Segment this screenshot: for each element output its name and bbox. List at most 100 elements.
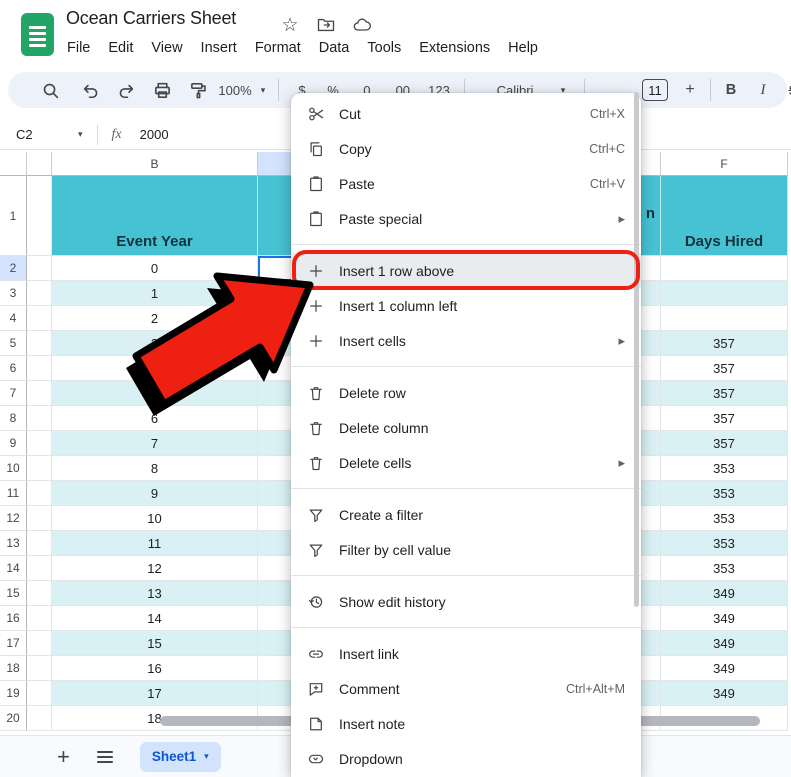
cell-B19[interactable]: 17 (52, 681, 258, 706)
cell-B15[interactable]: 13 (52, 581, 258, 606)
cell-B2[interactable]: 0 (52, 256, 258, 281)
sheets-logo-icon[interactable] (21, 13, 54, 56)
column-header-B[interactable]: B (52, 152, 258, 176)
formula-bar-value[interactable]: 2000 (140, 127, 169, 142)
cell-A11[interactable] (27, 481, 52, 506)
cell-B7[interactable]: 5 (52, 381, 258, 406)
menubar-item-data[interactable]: Data (310, 36, 359, 60)
row-header-17[interactable]: 17 (0, 631, 27, 656)
row-header-2[interactable]: 2 (0, 256, 27, 281)
row-header-10[interactable]: 10 (0, 456, 27, 481)
column-header-F[interactable]: F (661, 152, 788, 176)
column-header-A[interactable] (27, 152, 52, 176)
menu-item-filter-by-cell-value[interactable]: Filter by cell value (291, 532, 641, 567)
cell-B4[interactable]: 2 (52, 306, 258, 331)
row-header-6[interactable]: 6 (0, 356, 27, 381)
search-icon[interactable] (38, 72, 62, 108)
increase-font-size-button[interactable]: + (680, 72, 700, 108)
cell-F12[interactable]: 353 (661, 506, 788, 531)
menu-item-insert-cells[interactable]: Insert cells ▸ (291, 323, 641, 358)
italic-button[interactable]: I (752, 72, 774, 108)
row-header-1[interactable]: 1 (0, 176, 27, 256)
cell-F18[interactable]: 349 (661, 656, 788, 681)
cell-A1[interactable] (27, 176, 52, 256)
menu-item-insert-link[interactable]: Insert link (291, 636, 641, 671)
cell-A17[interactable] (27, 631, 52, 656)
cell-F13[interactable]: 353 (661, 531, 788, 556)
cell-A9[interactable] (27, 431, 52, 456)
cell-B10[interactable]: 8 (52, 456, 258, 481)
menu-item-paste[interactable]: Paste Ctrl+V (291, 166, 641, 201)
menu-item-insert-1-column-left[interactable]: Insert 1 column left (291, 288, 641, 323)
cell-F6[interactable]: 357 (661, 356, 788, 381)
menu-item-dropdown[interactable]: Dropdown (291, 741, 641, 776)
cell-A14[interactable] (27, 556, 52, 581)
cell-A8[interactable] (27, 406, 52, 431)
cell-F8[interactable]: 357 (661, 406, 788, 431)
font-size-field[interactable]: 11 (642, 79, 668, 101)
row-header-3[interactable]: 3 (0, 281, 27, 306)
cell-F5[interactable]: 357 (661, 331, 788, 356)
cell-F15[interactable]: 349 (661, 581, 788, 606)
menubar-item-file[interactable]: File (58, 36, 99, 60)
row-header-13[interactable]: 13 (0, 531, 27, 556)
row-header-5[interactable]: 5 (0, 331, 27, 356)
cell-B9[interactable]: 7 (52, 431, 258, 456)
row-header-9[interactable]: 9 (0, 431, 27, 456)
zoom-value[interactable]: 100% (214, 72, 256, 108)
menu-item-delete-cells[interactable]: Delete cells ▸ (291, 445, 641, 480)
row-header-7[interactable]: 7 (0, 381, 27, 406)
cell-B8[interactable]: 6 (52, 406, 258, 431)
cell-A19[interactable] (27, 681, 52, 706)
cell-F14[interactable]: 353 (661, 556, 788, 581)
cell-A5[interactable] (27, 331, 52, 356)
menubar-item-format[interactable]: Format (246, 36, 310, 60)
row-header-19[interactable]: 19 (0, 681, 27, 706)
menubar-item-view[interactable]: View (142, 36, 191, 60)
cell-A4[interactable] (27, 306, 52, 331)
name-box[interactable]: C2 (16, 127, 78, 142)
document-title[interactable]: Ocean Carriers Sheet (66, 8, 236, 29)
cell-F19[interactable]: 349 (661, 681, 788, 706)
menu-item-show-edit-history[interactable]: Show edit history (291, 584, 641, 619)
paint-format-icon[interactable] (186, 72, 210, 108)
cell-B14[interactable]: 12 (52, 556, 258, 581)
cell-F3[interactable] (661, 281, 788, 306)
cell-F7[interactable]: 357 (661, 381, 788, 406)
menubar-item-extensions[interactable]: Extensions (410, 36, 499, 60)
cell-B16[interactable]: 14 (52, 606, 258, 631)
cell-A12[interactable] (27, 506, 52, 531)
row-header-8[interactable]: 8 (0, 406, 27, 431)
cell-A13[interactable] (27, 531, 52, 556)
cell-A6[interactable] (27, 356, 52, 381)
cell-A3[interactable] (27, 281, 52, 306)
menu-item-paste-special[interactable]: Paste special ▸ (291, 201, 641, 236)
cell-A2[interactable] (27, 256, 52, 281)
menu-item-copy[interactable]: Copy Ctrl+C (291, 131, 641, 166)
cell-A16[interactable] (27, 606, 52, 631)
menubar-item-tools[interactable]: Tools (358, 36, 410, 60)
select-all-corner[interactable] (0, 152, 27, 176)
menubar-item-edit[interactable]: Edit (99, 36, 142, 60)
name-box-caret-icon[interactable]: ▾ (78, 129, 83, 140)
cloud-status-icon[interactable] (350, 13, 374, 37)
row-header-15[interactable]: 15 (0, 581, 27, 606)
add-sheet-button[interactable]: + (57, 744, 70, 770)
row-header-4[interactable]: 4 (0, 306, 27, 331)
bold-button[interactable]: B (720, 72, 742, 108)
context-menu-scrollbar[interactable] (634, 92, 639, 607)
star-icon[interactable]: ☆ (278, 13, 302, 37)
cell-F10[interactable]: 353 (661, 456, 788, 481)
row-header-12[interactable]: 12 (0, 506, 27, 531)
zoom-caret-icon[interactable]: ▾ (256, 72, 270, 108)
menu-item-create-a-filter[interactable]: Create a filter (291, 497, 641, 532)
cell-B17[interactable]: 15 (52, 631, 258, 656)
menu-item-comment[interactable]: Comment Ctrl+Alt+M (291, 671, 641, 706)
cell-F17[interactable]: 349 (661, 631, 788, 656)
cell-B1[interactable]: Event Year (52, 176, 258, 256)
print-icon[interactable] (150, 72, 174, 108)
redo-icon[interactable] (114, 72, 138, 108)
cell-B13[interactable]: 11 (52, 531, 258, 556)
menubar-item-help[interactable]: Help (499, 36, 547, 60)
menu-item-delete-row[interactable]: Delete row (291, 375, 641, 410)
